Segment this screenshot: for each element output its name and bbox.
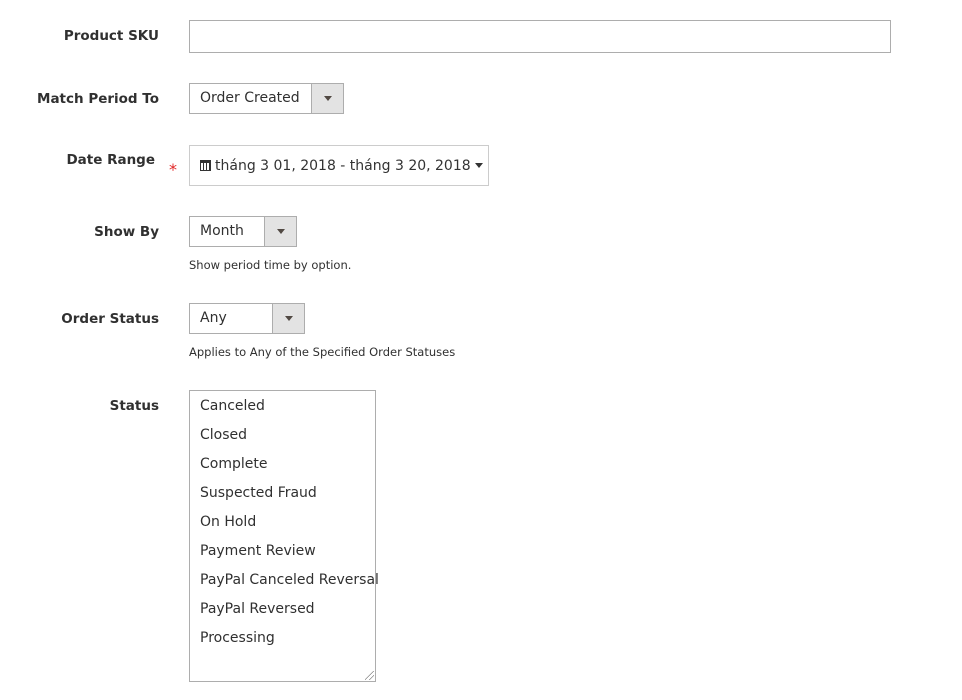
caret-down-icon — [323, 96, 332, 101]
date-range-value: tháng 3 01, 2018 - tháng 3 20, 2018 — [215, 157, 471, 174]
order-status-value: Any — [200, 310, 227, 326]
status-option[interactable]: Payment Review — [190, 541, 375, 570]
match-period-value: Order Created — [200, 90, 300, 106]
show-by-select[interactable]: Month — [189, 216, 297, 247]
status-option[interactable]: Processing — [190, 628, 375, 657]
caret-down-icon — [284, 316, 293, 321]
status-option[interactable]: Suspected Fraud — [190, 483, 375, 512]
show-by-label: Show By — [94, 224, 159, 240]
dropdown-toggle[interactable] — [264, 217, 296, 246]
required-asterisk: * — [169, 160, 177, 179]
dropdown-toggle[interactable] — [272, 304, 304, 333]
order-status-label: Order Status — [61, 311, 159, 327]
caret-down-icon — [474, 163, 483, 168]
order-status-note: Applies to Any of the Specified Order St… — [189, 345, 456, 359]
product-sku-input[interactable] — [189, 20, 891, 53]
calendar-icon — [200, 160, 211, 171]
status-option[interactable]: Closed — [190, 425, 375, 454]
date-range-picker[interactable]: tháng 3 01, 2018 - tháng 3 20, 2018 — [189, 145, 489, 186]
caret-down-icon — [276, 229, 285, 234]
status-multiselect[interactable]: Canceled Closed Complete Suspected Fraud… — [189, 390, 379, 682]
order-status-select[interactable]: Any — [189, 303, 305, 334]
match-period-select[interactable]: Order Created — [189, 83, 344, 114]
status-option[interactable]: Canceled — [190, 396, 375, 425]
status-option[interactable]: PayPal Reversed — [190, 599, 375, 628]
status-label: Status — [109, 398, 159, 414]
product-sku-label: Product SKU — [63, 28, 159, 44]
status-option[interactable]: PayPal Canceled Reversal — [190, 570, 379, 599]
show-by-value: Month — [200, 223, 244, 239]
resize-handle-icon[interactable] — [365, 671, 374, 680]
show-by-note: Show period time by option. — [189, 258, 352, 272]
match-period-label: Match Period To — [37, 91, 159, 107]
status-option[interactable]: Complete — [190, 454, 375, 483]
status-option[interactable]: On Hold — [190, 512, 375, 541]
dropdown-toggle[interactable] — [311, 84, 343, 113]
date-range-label: Date Range — [66, 152, 155, 168]
